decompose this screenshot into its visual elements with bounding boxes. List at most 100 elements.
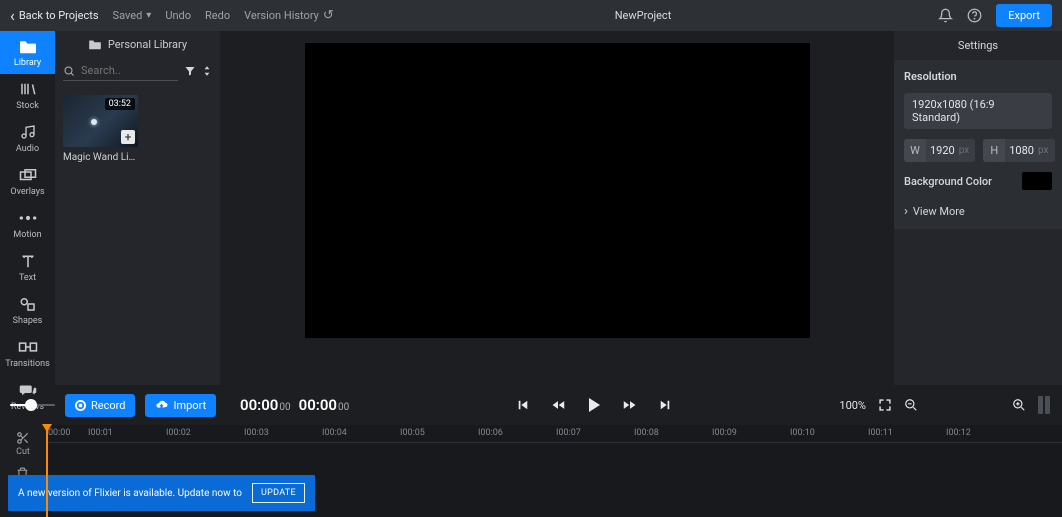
width-value: 1920 [926, 144, 959, 157]
forward-icon[interactable] [623, 399, 637, 411]
rewind-icon[interactable] [551, 399, 565, 411]
height-prefix: H [983, 139, 1005, 162]
settings-panel: Settings Resolution 1920x1080 (16:9 Stan… [894, 31, 1062, 385]
tool-label: Cut [16, 447, 30, 457]
search-input[interactable] [81, 64, 178, 77]
ruler-tick: I00:12 [944, 425, 1022, 442]
nav-label: Motion [13, 230, 41, 240]
zoom-out-icon[interactable] [904, 398, 918, 412]
nav-audio[interactable]: Audio [0, 117, 55, 160]
project-title[interactable]: NewProject [348, 9, 938, 22]
import-label: Import [173, 399, 206, 412]
playhead[interactable] [46, 425, 48, 517]
unit-label: px [1038, 145, 1055, 156]
cloud-upload-icon [155, 400, 168, 411]
redo-button[interactable]: Redo [205, 9, 230, 22]
tool-sidebar: Library Stock Audio Overlays Motion Text… [0, 31, 55, 385]
panel-drag-handle[interactable] [1038, 396, 1052, 414]
nav-text[interactable]: Text [0, 246, 55, 289]
fullscreen-icon[interactable] [878, 398, 892, 412]
skip-start-icon[interactable] [517, 399, 529, 411]
ruler-tick: I00:05 [398, 425, 476, 442]
ruler-tick: I00:01 [86, 425, 164, 442]
bgcolor-label: Background Color [904, 175, 992, 188]
timeline-ruler[interactable]: 00:00 I00:01 I00:02 I00:03 I00:04 I00:05… [46, 425, 1062, 443]
nav-shapes[interactable]: Shapes [0, 289, 55, 332]
ruler-tick: I00:03 [242, 425, 320, 442]
zoom-value: 100% [839, 399, 866, 412]
clip-caption: Magic Wand Light... [63, 152, 138, 163]
nav-label: Stock [16, 101, 39, 111]
help-icon[interactable] [967, 8, 982, 23]
record-icon [75, 400, 86, 411]
transitions-icon [18, 338, 38, 356]
player-controls: Record Import 00:0000 00:0000 100% [0, 385, 1062, 425]
ruler-tick: I00:04 [320, 425, 398, 442]
nav-label: Library [14, 58, 41, 68]
scissors-icon [16, 431, 30, 445]
ruler-tick: I00:11 [866, 425, 944, 442]
undo-button[interactable]: Undo [165, 9, 191, 22]
filter-icon[interactable] [184, 65, 196, 77]
zoom-in-icon[interactable] [1012, 398, 1026, 412]
play-icon[interactable] [587, 397, 601, 413]
back-to-projects-link[interactable]: Back to Projects [10, 9, 99, 22]
update-banner: A new version of Flixier is available. U… [8, 475, 315, 511]
motion-icon [18, 209, 38, 227]
height-input[interactable]: H 1080 px [983, 139, 1054, 162]
skip-end-icon[interactable] [659, 399, 671, 411]
folder-icon [18, 37, 38, 55]
resolution-select[interactable]: 1920x1080 (16:9 Standard) [904, 93, 1052, 129]
sort-icon[interactable] [202, 65, 212, 77]
search-icon [63, 65, 75, 77]
nav-stock[interactable]: Stock [0, 74, 55, 117]
ruler-tick: I00:09 [710, 425, 788, 442]
nav-library[interactable]: Library [0, 31, 55, 74]
saved-dropdown-icon[interactable] [146, 10, 151, 21]
nav-overlays[interactable]: Overlays [0, 160, 55, 203]
nav-label: Audio [16, 144, 39, 154]
cut-tool[interactable]: Cut [16, 431, 30, 457]
music-icon [18, 123, 38, 141]
nav-label: Overlays [10, 187, 44, 197]
record-button[interactable]: Record [65, 394, 135, 417]
view-more-toggle[interactable]: View More [904, 204, 1052, 219]
unit-label: px [959, 145, 976, 156]
ruler-tick: I00:08 [632, 425, 710, 442]
import-button[interactable]: Import [145, 394, 216, 417]
settings-title: Settings [894, 31, 1062, 60]
record-label: Record [91, 399, 125, 412]
preview-area [220, 31, 894, 385]
saved-status: Saved [113, 9, 143, 22]
version-history-button[interactable]: Version History [244, 8, 334, 23]
video-canvas[interactable] [305, 43, 810, 338]
resolution-label: Resolution [904, 70, 1052, 83]
nav-label: Shapes [13, 316, 43, 326]
width-input[interactable]: W 1920 px [904, 139, 975, 162]
text-icon [18, 252, 38, 270]
ruler-tick: I00:06 [476, 425, 554, 442]
nav-label: Text [19, 273, 36, 283]
bgcolor-swatch[interactable] [1022, 172, 1052, 190]
export-button[interactable]: Export [996, 4, 1052, 27]
ruler-tick: I00:07 [554, 425, 632, 442]
overlay-icon [18, 166, 38, 184]
clip-duration: 03:52 [105, 98, 135, 110]
update-button[interactable]: UPDATE [252, 483, 305, 503]
nav-motion[interactable]: Motion [0, 203, 55, 246]
width-prefix: W [904, 139, 926, 162]
books-icon [18, 80, 38, 98]
library-panel: Personal Library 03:52 + Magic Wand Ligh… [55, 31, 220, 385]
nav-transitions[interactable]: Transitions [0, 332, 55, 375]
library-heading[interactable]: Personal Library [55, 31, 220, 57]
add-clip-button[interactable]: + [121, 130, 135, 144]
time-display: 00:0000 00:0000 [240, 396, 349, 414]
volume-slider[interactable] [10, 404, 55, 406]
library-title: Personal Library [108, 38, 187, 51]
folder-icon [88, 38, 102, 50]
ruler-tick: 00:00 [46, 425, 86, 442]
bell-icon[interactable] [938, 8, 953, 23]
media-clip-thumbnail[interactable]: 03:52 + Magic Wand Light... [63, 95, 138, 163]
update-text: A new version of Flixier is available. U… [18, 488, 242, 499]
height-value: 1080 [1005, 144, 1038, 157]
